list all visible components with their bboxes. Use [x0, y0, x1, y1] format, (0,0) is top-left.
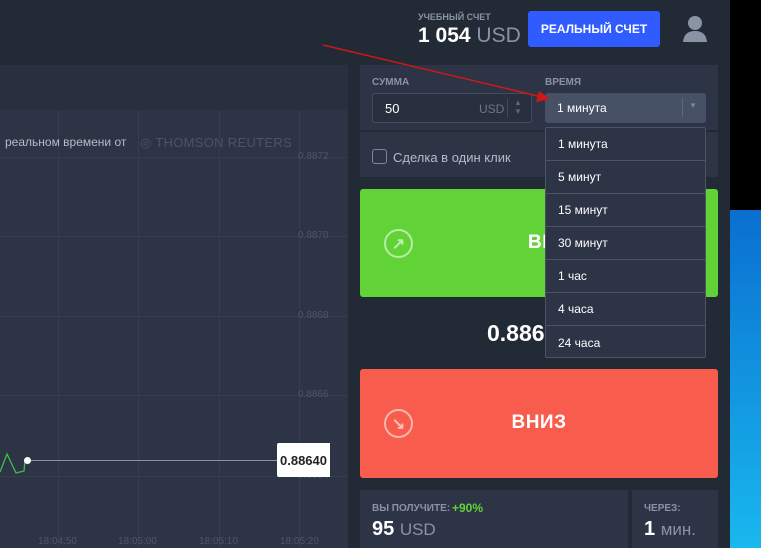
y-tick: 0.8868 — [298, 310, 329, 321]
grid-line — [219, 110, 220, 548]
payout-currency: USD — [399, 520, 436, 539]
expiry-unit: мин. — [660, 520, 696, 539]
x-tick: 18:05:00 — [118, 536, 157, 547]
one-click-label: Сделка в один клик — [393, 150, 511, 165]
expiry-value: 1 — [644, 518, 656, 540]
current-price: 0.886 — [487, 320, 545, 346]
chart-area[interactable] — [0, 110, 348, 548]
account-type-label: УЧЕБНЫЙ СЧЕТ — [418, 12, 491, 22]
current-price-label: 0.88640 — [277, 443, 330, 477]
user-avatar-icon[interactable] — [682, 14, 708, 42]
down-button[interactable]: ↘ ВНИЗ — [360, 369, 718, 478]
one-click-checkbox[interactable] — [372, 149, 387, 164]
grid-line — [138, 110, 139, 548]
x-tick: 18:04:50 — [38, 536, 77, 547]
expiry-box: ЧЕРЕЗ: 1 мин. — [632, 490, 718, 548]
annotation-arrow — [322, 44, 550, 102]
dropdown-option[interactable]: 15 минут — [546, 194, 705, 227]
current-price-dot — [24, 457, 31, 464]
payout-percent: +90% — [452, 501, 484, 515]
data-provider-text: реальном времени от — [5, 135, 127, 149]
payout-box: ВЫ ПОЛУЧИТЕ: +90% 95 USD — [360, 490, 628, 548]
desktop-background — [730, 210, 761, 548]
dropdown-option[interactable]: 1 час — [546, 260, 705, 293]
time-dropdown-menu: 1 минута 5 минут 15 минут 30 минут 1 час… — [545, 127, 706, 358]
grid-line — [0, 316, 348, 317]
time-select[interactable]: 1 минута ▼ — [545, 93, 706, 123]
time-select-value: 1 минута — [557, 101, 607, 115]
dropdown-option[interactable]: 4 часа — [546, 293, 705, 326]
y-tick: 0.8866 — [298, 389, 329, 400]
x-tick: 18:05:20 — [280, 536, 319, 547]
thomson-reuters-logo: ◎ THOMSON REUTERS — [140, 135, 292, 150]
grid-line — [0, 236, 348, 237]
dropdown-option[interactable]: 30 минут — [546, 227, 705, 260]
dropdown-option[interactable]: 5 минут — [546, 161, 705, 194]
dropdown-option[interactable]: 1 минута — [546, 128, 705, 161]
y-tick: 0.8872 — [298, 151, 329, 162]
payout-label: ВЫ ПОЛУЧИТЕ: — [372, 503, 451, 514]
payout-amount: 95 — [372, 518, 395, 540]
grid-line — [0, 395, 348, 396]
dropdown-option[interactable]: 24 часа — [546, 326, 705, 359]
grid-line — [58, 110, 59, 548]
grid-line — [0, 157, 348, 158]
divider — [682, 98, 683, 117]
down-button-label: ВНИЗ — [511, 412, 567, 433]
grid-line — [299, 110, 300, 548]
current-price-line — [27, 460, 279, 461]
chevron-down-icon: ▼ — [689, 101, 697, 110]
arrow-up-right-icon: ↗ — [384, 229, 413, 258]
y-tick: 0.8870 — [298, 230, 329, 241]
expiry-label: ЧЕРЕЗ: — [644, 503, 681, 514]
x-tick: 18:05:10 — [199, 536, 238, 547]
